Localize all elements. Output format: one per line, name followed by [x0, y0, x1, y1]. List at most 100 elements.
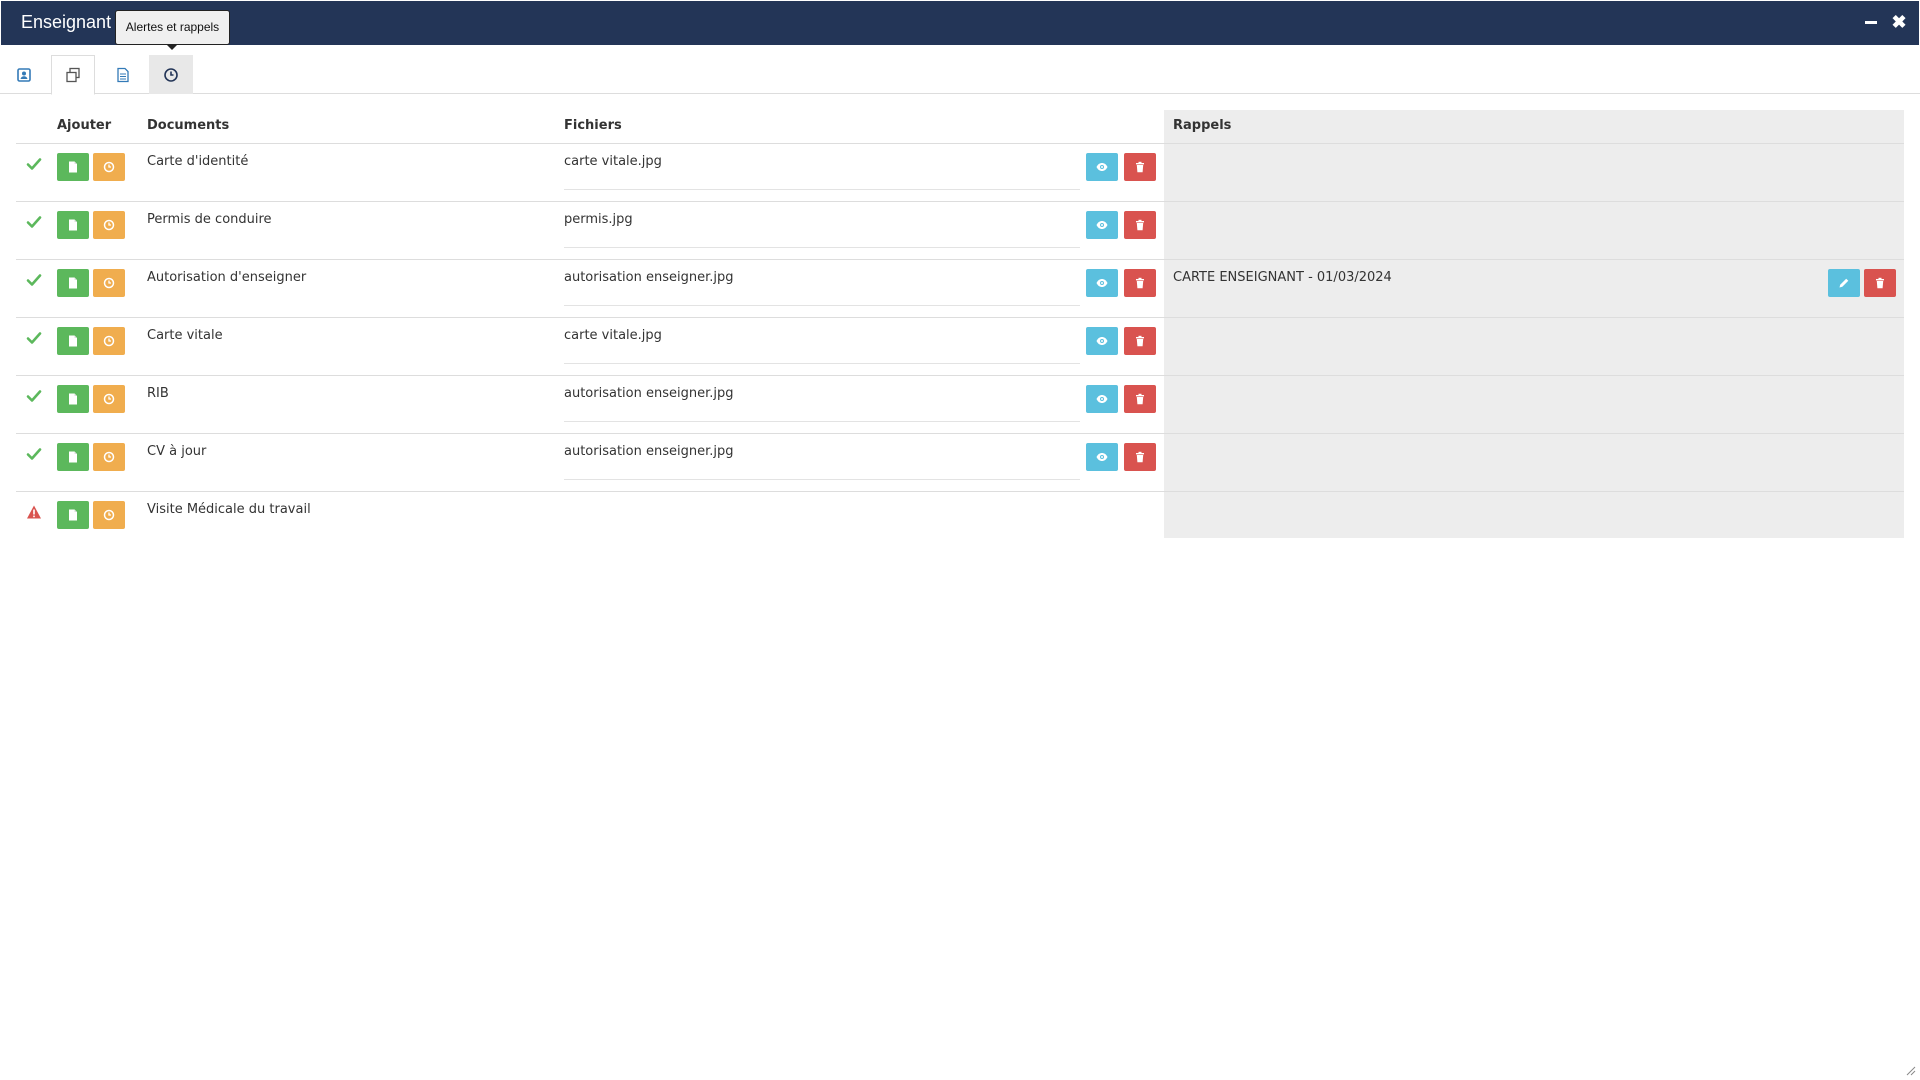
trash-icon [1876, 277, 1884, 289]
check-icon [26, 156, 42, 172]
view-file-button[interactable] [1086, 443, 1118, 471]
eye-icon [1096, 395, 1108, 403]
eye-icon [1096, 221, 1108, 229]
file-name[interactable]: autorisation enseigner.jpg [564, 386, 1080, 422]
delete-file-button[interactable] [1124, 153, 1156, 181]
add-document-button[interactable] [57, 269, 89, 297]
document-name: Visite Médicale du travail [147, 502, 311, 517]
tab-contact[interactable] [2, 55, 46, 94]
check-icon [26, 388, 42, 404]
table-row: Carte vitale carte vitale.jpg [16, 317, 1904, 375]
file-icon [69, 509, 77, 521]
documents-copy-icon [66, 67, 80, 83]
delete-file-button[interactable] [1124, 327, 1156, 355]
document-name: Carte d'identité [147, 154, 249, 169]
pencil-icon [1839, 278, 1849, 288]
file-name[interactable]: autorisation enseigner.jpg [564, 444, 1080, 480]
clock-icon [103, 393, 115, 405]
eye-icon [1096, 453, 1108, 461]
check-icon [26, 330, 42, 346]
file-icon [69, 393, 77, 405]
table-row: Visite Médicale du travail [16, 491, 1904, 549]
tab-alerts[interactable] [149, 55, 193, 94]
table-row: RIB autorisation enseigner.jpg [16, 375, 1904, 433]
add-document-button[interactable] [57, 443, 89, 471]
delete-file-button[interactable] [1124, 385, 1156, 413]
table-row: Carte d'identité carte vitale.jpg [16, 143, 1904, 201]
view-file-button[interactable] [1086, 153, 1118, 181]
add-document-button[interactable] [57, 153, 89, 181]
add-reminder-button[interactable] [93, 501, 125, 529]
minimize-button[interactable] [1861, 12, 1881, 32]
eye-icon [1096, 337, 1108, 345]
file-name[interactable]: autorisation enseigner.jpg [564, 270, 1080, 306]
header-documents: Documents [147, 118, 230, 133]
tab-bar [0, 45, 1920, 95]
eye-icon [1096, 279, 1108, 287]
clock-icon [103, 509, 115, 521]
trash-icon [1136, 219, 1144, 231]
table-row: Permis de conduire permis.jpg [16, 201, 1904, 259]
check-icon [26, 214, 42, 230]
file-name[interactable]: carte vitale.jpg [564, 328, 1080, 364]
table-row: Autorisation d'enseigner autorisation ens… [16, 259, 1904, 317]
file-icon [69, 451, 77, 463]
close-button[interactable]: ✖ [1889, 12, 1909, 32]
window-titlebar: Enseignant DS Lourds ✖ [1, 1, 1919, 45]
view-file-button[interactable] [1086, 269, 1118, 297]
add-reminder-button[interactable] [93, 443, 125, 471]
delete-file-button[interactable] [1124, 269, 1156, 297]
add-document-button[interactable] [57, 327, 89, 355]
delete-file-button[interactable] [1124, 443, 1156, 471]
edit-reminder-button[interactable] [1828, 269, 1860, 297]
trash-icon [1136, 393, 1144, 405]
add-reminder-button[interactable] [93, 385, 125, 413]
add-reminder-button[interactable] [93, 153, 125, 181]
clock-icon [103, 277, 115, 289]
file-icon [69, 161, 77, 173]
file-icon [69, 277, 77, 289]
trash-icon [1136, 277, 1144, 289]
contact-card-icon [17, 67, 31, 82]
view-file-button[interactable] [1086, 385, 1118, 413]
check-icon [26, 446, 42, 462]
add-reminder-button[interactable] [93, 269, 125, 297]
tab-file[interactable] [101, 55, 145, 94]
add-document-button[interactable] [57, 211, 89, 239]
clock-icon [103, 451, 115, 463]
trash-icon [1136, 451, 1144, 463]
add-reminder-button[interactable] [93, 327, 125, 355]
view-file-button[interactable] [1086, 327, 1118, 355]
header-files: Fichiers [564, 118, 622, 133]
document-name: Permis de conduire [147, 212, 272, 227]
file-icon [69, 219, 77, 231]
file-name[interactable]: permis.jpg [564, 212, 1080, 248]
add-document-button[interactable] [57, 501, 89, 529]
check-icon [26, 272, 42, 288]
header-add: Ajouter [57, 118, 112, 133]
clock-icon [164, 67, 178, 82]
add-document-button[interactable] [57, 385, 89, 413]
document-name: Autorisation d'enseigner [147, 270, 307, 285]
trash-icon [1136, 335, 1144, 347]
document-name: RIB [147, 386, 169, 401]
header-reminders: Rappels [1173, 118, 1232, 133]
trash-icon [1136, 161, 1144, 173]
table-row: CV à jour autorisation enseigner.jpg [16, 433, 1904, 491]
document-name: CV à jour [147, 444, 207, 459]
file-icon [69, 335, 77, 347]
tab-documents[interactable] [51, 55, 95, 95]
file-text-icon [117, 67, 129, 82]
view-file-button[interactable] [1086, 211, 1118, 239]
clock-icon [103, 335, 115, 347]
document-name: Carte vitale [147, 328, 223, 343]
warning-icon [26, 504, 42, 520]
delete-reminder-button[interactable] [1864, 269, 1896, 297]
eye-icon [1096, 163, 1108, 171]
resize-grip-icon[interactable] [1906, 1066, 1916, 1076]
file-name[interactable]: carte vitale.jpg [564, 154, 1080, 190]
clock-icon [103, 161, 115, 173]
delete-file-button[interactable] [1124, 211, 1156, 239]
add-reminder-button[interactable] [93, 211, 125, 239]
reminder-text: CARTE ENSEIGNANT - 01/03/2024 [1173, 270, 1392, 285]
